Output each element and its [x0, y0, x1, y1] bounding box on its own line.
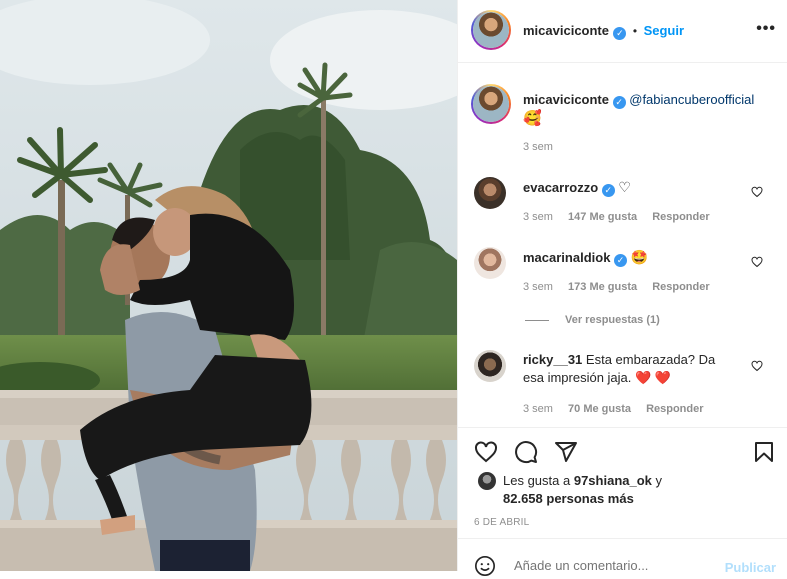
replies-divider — [525, 320, 549, 321]
comment-username[interactable]: evacarrozzo — [523, 180, 598, 195]
follow-button[interactable]: Seguir — [644, 23, 684, 38]
like-comment-heart-icon[interactable] — [751, 360, 763, 372]
heart-icon[interactable] — [474, 440, 498, 464]
comment-input-bar: Publicar — [458, 538, 787, 579]
post-actions: Les gusta a 97shiana_ok y 82.658 persona… — [458, 427, 787, 528]
comment-likes[interactable]: 70 Me gusta — [568, 403, 631, 415]
reply-button[interactable]: Responder — [652, 281, 709, 293]
verified-badge-icon: ✓ — [612, 96, 626, 109]
caption-mention[interactable]: @fabiancuberoofficial — [629, 92, 754, 107]
commenter-avatar[interactable] — [474, 350, 506, 382]
comment-likes[interactable]: 173 Me gusta — [568, 281, 637, 293]
verified-badge-icon: ✓ — [613, 27, 627, 40]
author-username[interactable]: micaviciconte — [523, 23, 609, 38]
commenter-avatar[interactable] — [474, 177, 506, 209]
likes-others[interactable]: 82.658 personas más — [503, 491, 634, 506]
caption-time[interactable]: 3 sem — [523, 141, 553, 153]
comment-username[interactable]: macarinaldiok — [523, 250, 610, 265]
author-avatar[interactable] — [471, 10, 511, 50]
comment-time[interactable]: 3 sem — [523, 211, 553, 223]
likes-conj: y — [655, 473, 663, 488]
more-options-icon[interactable]: ••• — [756, 20, 776, 38]
like-comment-heart-icon[interactable] — [751, 256, 763, 268]
caption-emoji: 🥰 — [523, 110, 542, 127]
post-photo[interactable] — [0, 0, 457, 571]
commenter-avatar[interactable] — [474, 247, 506, 279]
reply-button[interactable]: Responder — [652, 211, 709, 223]
comment-time[interactable]: 3 sem — [523, 403, 553, 415]
comment-text: 🤩 — [630, 249, 649, 265]
comment-icon[interactable] — [514, 440, 538, 464]
comment-input[interactable] — [512, 557, 716, 574]
like-comment-heart-icon[interactable] — [751, 186, 763, 198]
comment-username[interactable]: ricky__31 — [523, 352, 582, 367]
post-details-panel: micaviciconte ✓ • Seguir ••• micavicicon… — [457, 0, 787, 576]
liker-avatar[interactable] — [478, 472, 496, 490]
verified-badge-icon: ✓ — [614, 254, 628, 267]
comment-time[interactable]: 3 sem — [523, 281, 553, 293]
post-header: micaviciconte ✓ • Seguir ••• — [458, 0, 787, 63]
caption-avatar[interactable] — [471, 84, 511, 124]
likes-prefix: Les gusta a — [503, 473, 571, 488]
share-icon[interactable] — [554, 440, 578, 464]
emoji-icon[interactable] — [474, 555, 496, 577]
likes-user[interactable]: 97shiana_ok — [574, 473, 652, 488]
reply-button[interactable]: Responder — [646, 403, 703, 415]
header-separator: • — [632, 24, 638, 38]
view-replies-button[interactable]: Ver respuestas (1) — [565, 314, 660, 326]
bookmark-icon[interactable] — [752, 440, 776, 464]
verified-badge-icon: ✓ — [601, 184, 615, 197]
comment-text: ♡ — [618, 179, 631, 195]
post-image — [0, 0, 457, 571]
comment-likes[interactable]: 147 Me gusta — [568, 211, 637, 223]
caption-username[interactable]: micaviciconte — [523, 92, 609, 107]
publish-button[interactable]: Publicar — [725, 560, 776, 575]
post-date[interactable]: 6 DE ABRIL — [474, 517, 529, 528]
